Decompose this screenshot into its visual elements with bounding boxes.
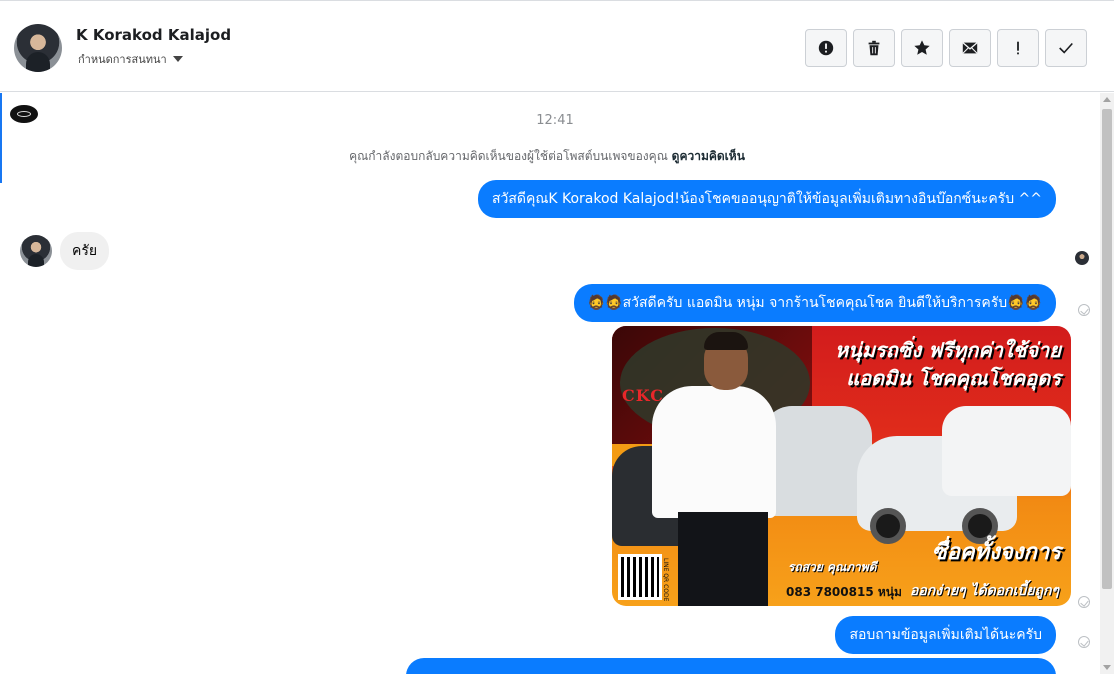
report-button[interactable] — [805, 29, 847, 67]
view-comment-link[interactable]: ดูความคิดเห็น — [672, 149, 745, 163]
person-figure — [652, 386, 776, 518]
promo-logo-text: CKC — [622, 386, 664, 405]
promo-phone: 083 7800815 หนุ่ม — [786, 585, 902, 599]
outgoing-message[interactable]: สอบถามข้อมูลเพิ่มเติมได้นะครับ — [835, 616, 1056, 654]
alert-circle-icon — [818, 40, 834, 56]
contact-avatar-small — [20, 235, 52, 267]
outgoing-message[interactable]: 🧔🧔สวัสดีครับ แอดมิน หนุ่ม จากร้านโชคคุณโ… — [573, 284, 1056, 322]
conversation-menu[interactable]: กำหนดการสนทนา — [78, 50, 183, 68]
promo-tagline-small: รถสวย คุณภาพดี — [788, 560, 877, 574]
messenger-inbox: K Korakod Kalajod กำหนดการสนทนา 12:41 คุ… — [0, 0, 1114, 674]
message-thread[interactable]: 12:41 คุณกำลังตอบกลับความคิดเห็นของผู้ใช… — [0, 93, 1100, 674]
conversation-menu-label: กำหนดการสนทนา — [78, 53, 167, 66]
promo-image[interactable]: CKC หนุ่มรถซิ่ง ฟรีทุกค่าใช้จ่าย แอดมิน … — [612, 326, 1071, 606]
thread-scrollbar[interactable] — [1100, 93, 1114, 674]
envelope-icon — [962, 42, 978, 54]
header-actions — [805, 29, 1087, 67]
qr-code-icon — [618, 554, 662, 600]
caret-down-icon — [172, 56, 183, 62]
sent-status-icon — [1078, 304, 1090, 316]
mark-important-button[interactable] — [997, 29, 1039, 67]
scroll-up-icon[interactable] — [1103, 97, 1111, 102]
contact-avatar[interactable] — [14, 24, 62, 72]
scroll-thumb[interactable] — [1102, 109, 1112, 589]
wheel-shape — [870, 508, 906, 544]
car-image — [762, 406, 872, 516]
timestamp: 12:41 — [536, 113, 574, 128]
outgoing-message-partial[interactable] — [406, 658, 1056, 674]
scroll-down-icon[interactable] — [1103, 665, 1111, 670]
promo-tagline-bottom: ออกง่ายๆ ได้ดอกเบี้ยถูกๆ — [909, 583, 1059, 599]
star-icon — [914, 40, 930, 55]
incoming-message[interactable]: ครัย — [60, 232, 110, 270]
trash-icon — [868, 40, 880, 56]
sent-status-icon — [1078, 596, 1090, 608]
star-button[interactable] — [901, 29, 943, 67]
promo-tagline-large: ซื่อคทั้งจงการ — [931, 540, 1061, 565]
outgoing-message[interactable]: สวัสดีคุณK Korakod Kalajod!น้องโชคขออนุญ… — [477, 180, 1056, 218]
selection-accent — [0, 93, 2, 183]
sent-status-icon — [1078, 636, 1090, 648]
contact-name[interactable]: K Korakod Kalajod — [76, 26, 231, 44]
check-icon — [1059, 42, 1073, 54]
mark-done-button[interactable] — [1045, 29, 1087, 67]
notice-text: คุณกำลังตอบกลับความคิดเห็นของผู้ใช้ต่อโพ… — [349, 149, 668, 163]
delete-button[interactable] — [853, 29, 895, 67]
mark-unread-button[interactable] — [949, 29, 991, 67]
exclamation-icon — [1017, 41, 1019, 55]
promo-headline: หนุ่มรถซิ่ง ฟรีทุกค่าใช้จ่าย แอดมิน โชคค… — [834, 338, 1061, 390]
conversation-header: K Korakod Kalajod กำหนดการสนทนา — [0, 4, 1114, 92]
car-image — [942, 406, 1071, 496]
comment-reply-notice: คุณกำลังตอบกลับความคิดเห็นของผู้ใช้ต่อโพ… — [0, 147, 1094, 166]
seen-indicator-avatar — [1075, 251, 1089, 265]
qr-label: LINE QR CODE — [662, 558, 669, 602]
